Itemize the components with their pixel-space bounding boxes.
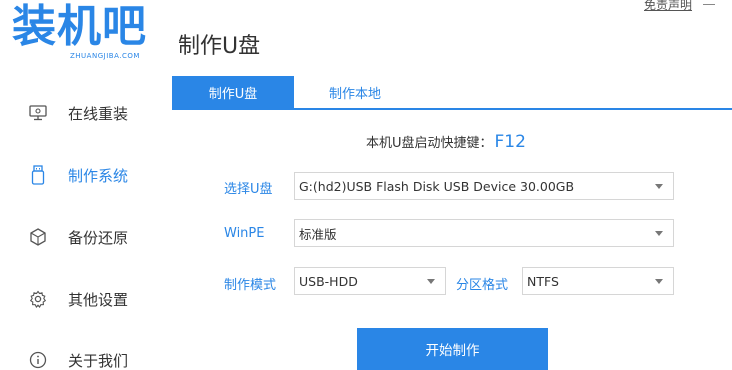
minimize-icon[interactable] xyxy=(703,4,715,5)
sidebar-item-about-us[interactable]: 关于我们 xyxy=(28,346,128,370)
usb-select-label: 选择U盘 xyxy=(224,182,273,197)
hotkey-value: F12 xyxy=(494,132,526,152)
usb-select[interactable]: G:(hd2)USB Flash Disk USB Device 30.00GB xyxy=(294,172,674,200)
tab-make-local[interactable]: 制作本地 xyxy=(294,76,416,108)
chevron-down-icon xyxy=(427,279,435,284)
sidebar-item-backup-restore[interactable]: 备份还原 xyxy=(28,223,128,251)
disclaimer-link[interactable]: 免责声明 xyxy=(644,0,692,13)
mode-select[interactable]: USB-HDD xyxy=(294,267,446,295)
monitor-icon xyxy=(28,103,48,123)
winpe-select[interactable]: 标准版 xyxy=(294,219,674,247)
sidebar-item-online-reinstall[interactable]: 在线重装 xyxy=(28,99,128,127)
chevron-down-icon xyxy=(655,231,663,236)
page-title: 制作U盘 xyxy=(178,34,261,59)
logo-text: 装机吧 xyxy=(12,1,147,52)
mode-select-label: 制作模式 xyxy=(224,278,277,293)
sidebar-item-label: 关于我们 xyxy=(68,351,129,370)
partition-select[interactable]: NTFS xyxy=(522,267,674,295)
logo-subtext: ZHUANGJIBA.COM xyxy=(70,52,140,60)
mode-select-value: USB-HDD xyxy=(299,273,358,289)
backup-cube-icon xyxy=(28,227,48,247)
winpe-select-label: WinPE xyxy=(224,226,265,241)
tab-make-usb[interactable]: 制作U盘 xyxy=(172,76,294,108)
partition-select-value: NTFS xyxy=(527,273,559,289)
sidebar-item-label: 制作系统 xyxy=(68,166,129,185)
sidebar-item-label: 在线重装 xyxy=(68,104,129,123)
tab-bar: 制作U盘 制作本地 xyxy=(172,76,732,110)
hotkey-info: 本机U盘启动快捷键： F12 xyxy=(366,132,526,152)
partition-select-label: 分区格式 xyxy=(456,278,509,293)
start-make-button[interactable]: 开始制作 xyxy=(357,328,548,370)
sidebar-item-label: 其他设置 xyxy=(68,290,129,309)
sidebar-item-make-system[interactable]: 制作系统 xyxy=(28,161,128,189)
sidebar-item-label: 备份还原 xyxy=(68,228,129,247)
hotkey-label: 本机U盘启动快捷键： xyxy=(366,136,493,151)
chevron-down-icon xyxy=(655,184,663,189)
app-logo: 装机吧 ZHUANGJIBA.COM xyxy=(12,2,162,64)
gear-icon xyxy=(28,289,48,309)
info-icon xyxy=(28,350,48,370)
usb-drive-icon xyxy=(28,165,48,185)
winpe-select-value: 标准版 xyxy=(299,226,337,242)
chevron-down-icon xyxy=(655,279,663,284)
sidebar-item-other-settings[interactable]: 其他设置 xyxy=(28,285,128,313)
usb-select-value: G:(hd2)USB Flash Disk USB Device 30.00GB xyxy=(299,178,575,194)
